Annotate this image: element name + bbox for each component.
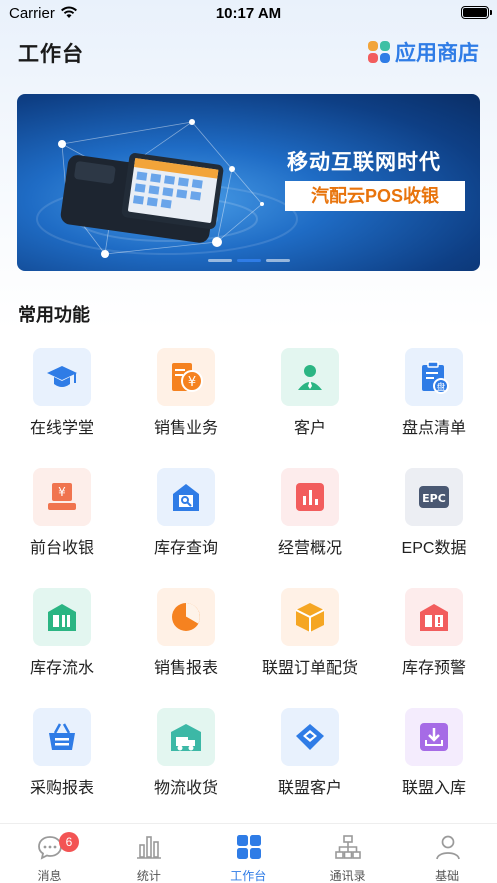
function-item[interactable]: ¥ 前台收银 <box>0 466 124 566</box>
function-item[interactable]: 盘盘点清单 <box>372 346 496 446</box>
cashier-register-icon: ¥ <box>33 468 91 526</box>
alliance-inbound-icon <box>405 708 463 766</box>
banner-tag: 汽配云POS收银 <box>285 181 465 211</box>
carousel-dot-active[interactable] <box>236 259 261 262</box>
function-item[interactable]: ¥ 销售业务 <box>124 346 248 446</box>
function-item[interactable]: 库存预警 <box>372 586 496 686</box>
function-item-label: 客户 <box>293 420 326 437</box>
alliance-customer-icon <box>281 708 339 766</box>
tab-bar-stats[interactable]: 统计 <box>99 824 198 883</box>
bar-stats-icon <box>135 833 163 861</box>
unread-badge: 6 <box>59 832 79 852</box>
sales-receipt-icon: ¥ <box>157 348 215 406</box>
stock-search-icon <box>157 468 215 526</box>
function-item[interactable]: 客户 <box>248 346 372 446</box>
function-item[interactable]: EPC EPC数据 <box>372 466 496 566</box>
customer-person-icon <box>281 348 339 406</box>
function-item-label: 库存流水 <box>29 660 94 677</box>
svg-text:盘: 盘 <box>436 381 445 393</box>
stock-alert-icon <box>405 588 463 646</box>
tab-org-contacts[interactable]: 通讯录 <box>298 824 397 883</box>
tab-user-profile[interactable]: 基础 <box>398 824 497 883</box>
function-item[interactable]: 经营概况 <box>248 466 372 566</box>
function-item[interactable]: 联盟客户 <box>248 706 372 806</box>
stock-flow-icon <box>33 588 91 646</box>
carousel-dot[interactable] <box>265 259 290 262</box>
tab-label: 基础 <box>435 869 460 883</box>
function-item-label: 联盟订单配货 <box>261 660 358 677</box>
function-item[interactable]: 库存流水 <box>0 586 124 686</box>
alliance-box-icon <box>281 588 339 646</box>
app-store-icon <box>368 41 390 63</box>
epc-data-icon: EPC <box>405 468 463 526</box>
function-item[interactable]: 联盟入库 <box>372 706 496 806</box>
clock: 10:17 AM <box>215 5 282 22</box>
tab-label: 工作台 <box>230 869 267 883</box>
function-item-label: 联盟入库 <box>401 780 466 797</box>
function-item-label: 采购报表 <box>29 780 94 797</box>
function-item-label: 库存查询 <box>153 540 218 557</box>
function-item-label: 联盟客户 <box>277 780 342 797</box>
app-store-button[interactable]: 应用商店 <box>368 37 479 67</box>
banner-headline: 移动互联网时代 <box>287 151 441 174</box>
carousel-dot[interactable] <box>207 259 232 262</box>
function-item-label: 盘点清单 <box>401 420 466 437</box>
tab-bar: 消息 6 统计 工作台 通讯录 基础 <box>0 823 497 883</box>
status-bar: Carrier 10:17 AM <box>0 0 497 28</box>
svg-text:EPC: EPC <box>422 492 446 505</box>
function-item-label: 经营概况 <box>277 540 342 557</box>
svg-text:¥: ¥ <box>188 375 196 390</box>
function-item-label: 库存预警 <box>401 660 466 677</box>
org-contacts-icon <box>334 833 362 861</box>
battery-icon <box>461 6 492 19</box>
function-item-label: 销售业务 <box>153 420 218 437</box>
function-item[interactable]: 联盟订单配货 <box>248 586 372 686</box>
svg-text:¥: ¥ <box>58 485 66 499</box>
function-item[interactable]: 库存查询 <box>124 466 248 566</box>
logistics-truck-icon <box>157 708 215 766</box>
section-title: 常用功能 <box>18 305 90 325</box>
tab-label: 通讯录 <box>329 869 366 883</box>
function-item-label: 物流收货 <box>153 780 218 797</box>
function-item[interactable]: 物流收货 <box>124 706 248 806</box>
function-item[interactable]: 采购报表 <box>0 706 124 806</box>
function-item-label: 前台收银 <box>29 540 94 557</box>
tab-label: 统计 <box>136 869 161 883</box>
function-item-label: 销售报表 <box>153 660 218 677</box>
user-profile-icon <box>434 833 462 861</box>
tab-workbench-grid[interactable]: 工作台 <box>199 824 298 883</box>
carousel-dots[interactable] <box>17 259 480 262</box>
function-item-label: EPC数据 <box>401 540 467 557</box>
tab-label: 消息 <box>37 869 62 883</box>
sales-pie-icon <box>157 588 215 646</box>
inventory-clipboard-icon: 盘 <box>405 348 463 406</box>
workbench-grid-icon <box>235 833 263 861</box>
function-item[interactable]: 在线学堂 <box>0 346 124 446</box>
function-item[interactable]: 销售报表 <box>124 586 248 686</box>
promo-banner[interactable]: 移动互联网时代 汽配云POS收银 <box>17 94 480 271</box>
graduation-cap-icon <box>33 348 91 406</box>
purchase-basket-icon <box>33 708 91 766</box>
page-title: 工作台 <box>18 43 84 66</box>
app-store-label: 应用商店 <box>395 42 479 65</box>
tab-message-bubble[interactable]: 消息 6 <box>0 824 99 883</box>
business-chart-icon <box>281 468 339 526</box>
function-item-label: 在线学堂 <box>29 420 94 437</box>
